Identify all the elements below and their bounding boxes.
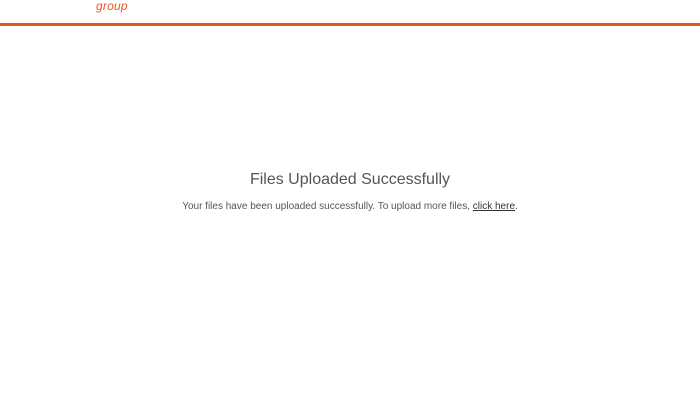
success-message: Your files have been uploaded successful… bbox=[0, 200, 700, 214]
header: group bbox=[0, 0, 700, 23]
upload-success-panel: Files Uploaded Successfully Your files h… bbox=[0, 170, 700, 214]
upload-more-link[interactable]: click here bbox=[473, 201, 515, 212]
logo-wordmark bbox=[4, 0, 82, 4]
logo-group-text: group bbox=[96, 0, 128, 13]
message-text: Your files have been uploaded successful… bbox=[182, 201, 470, 212]
message-suffix: . bbox=[515, 201, 518, 212]
page: group Files Uploaded Successfully Your f… bbox=[0, 0, 700, 400]
page-title: Files Uploaded Successfully bbox=[249, 171, 451, 188]
header-divider bbox=[0, 23, 700, 26]
company-logo[interactable]: group bbox=[0, 0, 160, 23]
